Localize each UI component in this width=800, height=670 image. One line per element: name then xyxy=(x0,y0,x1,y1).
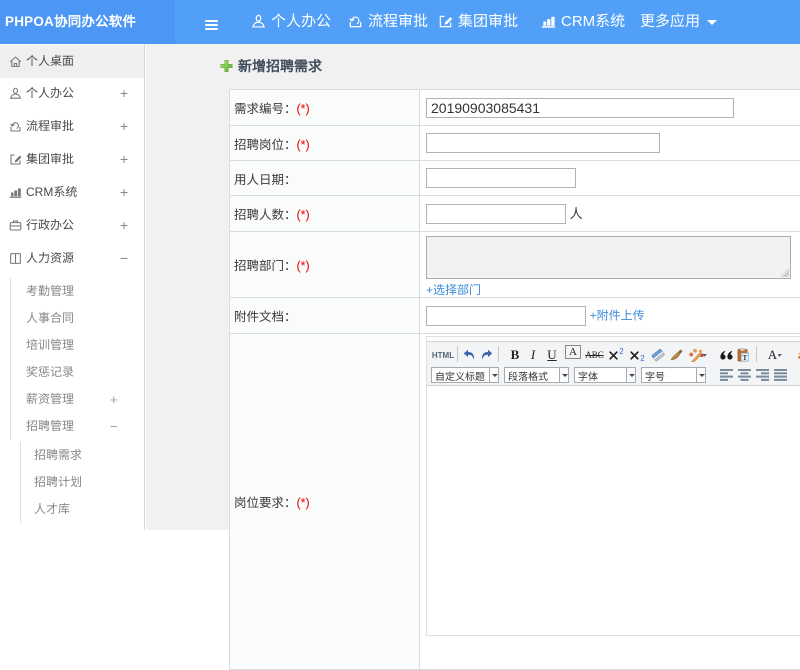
svg-text:T: T xyxy=(742,353,747,362)
